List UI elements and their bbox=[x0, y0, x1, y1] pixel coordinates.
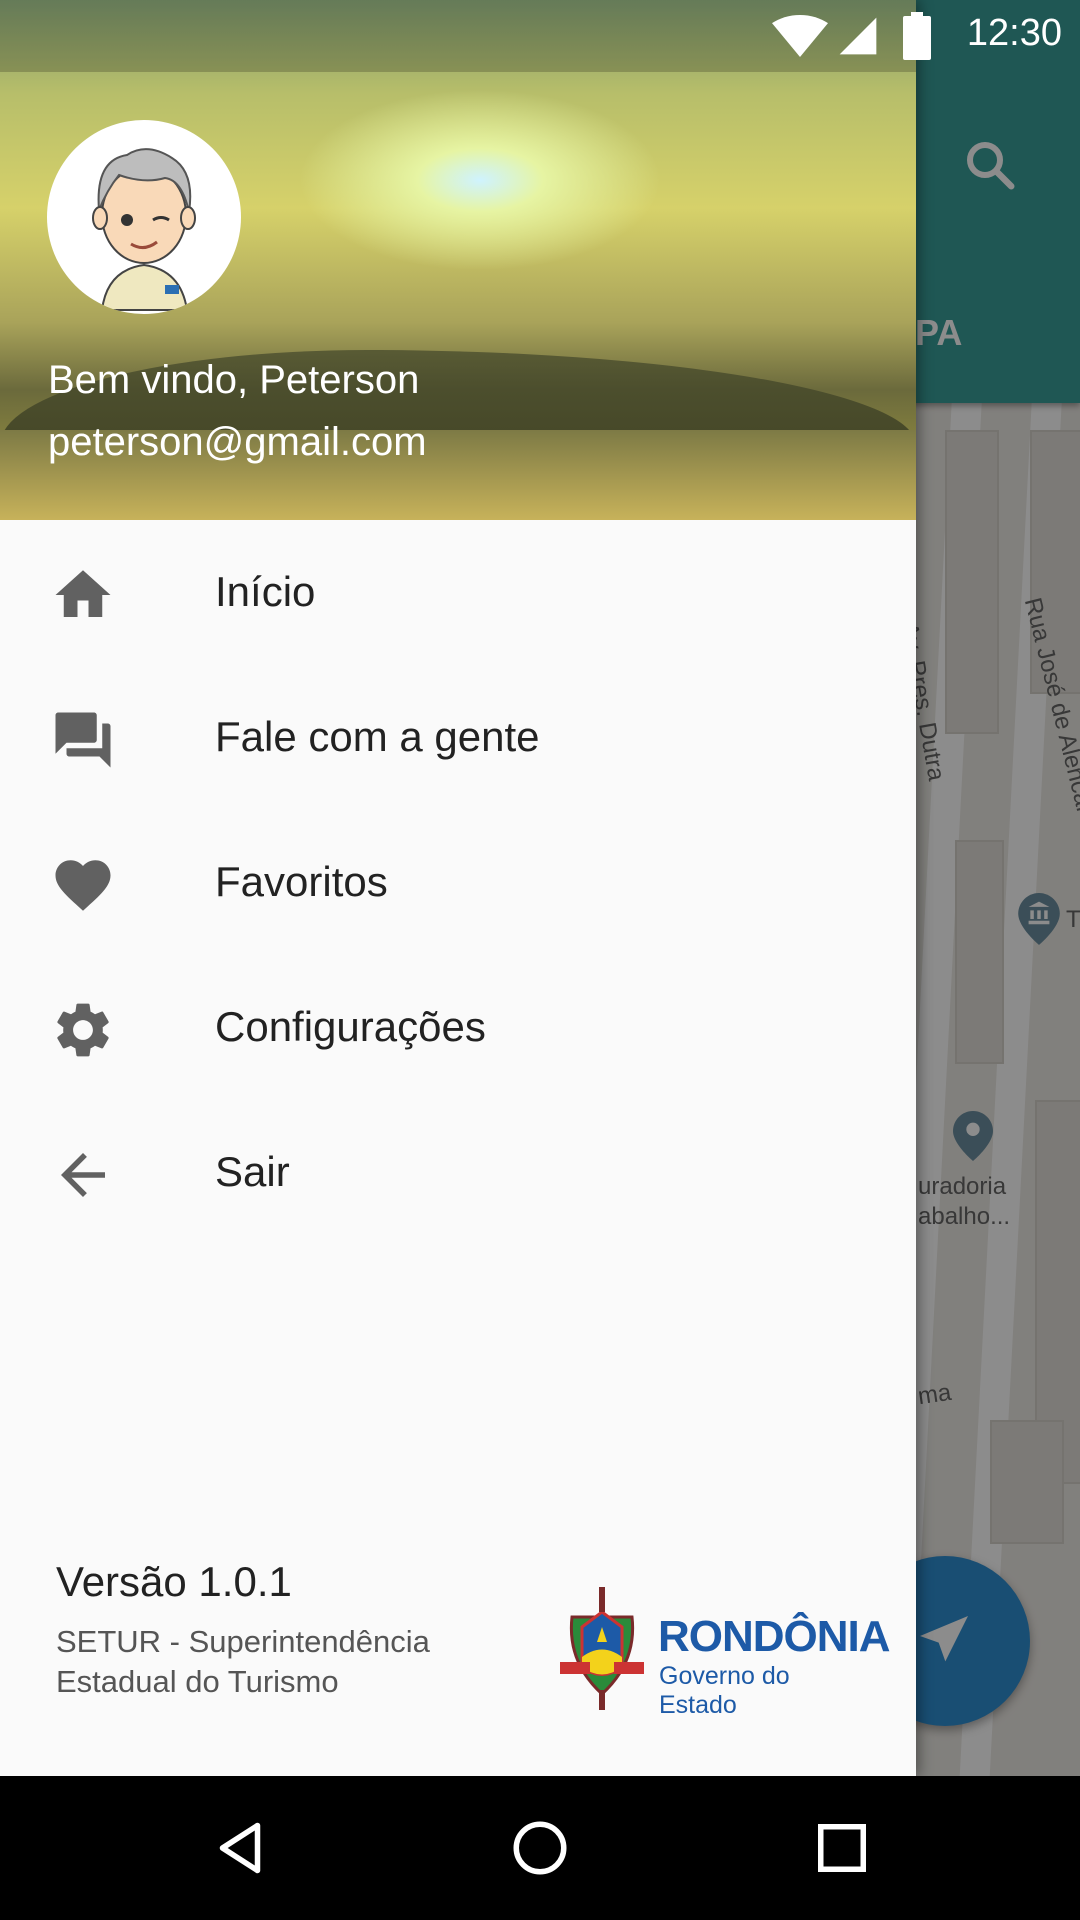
menu-item-label: Configurações bbox=[215, 1003, 486, 1050]
navigation-drawer: Bem vindo, Peterson peterson@gmail.com I… bbox=[0, 0, 916, 1776]
home-icon bbox=[55, 570, 111, 617]
coat-of-arms-icon bbox=[560, 1587, 644, 1710]
organization-name: SETUR - Superintendência Estadual do Tur… bbox=[56, 1622, 476, 1702]
rondonia-logo: RONDÔNIA Governo do Estado bbox=[552, 1582, 891, 1719]
app-version: Versão 1.0.1 bbox=[56, 1558, 292, 1605]
menu-item-favoritos[interactable]: Favoritos bbox=[0, 810, 916, 955]
signal-icon bbox=[839, 17, 877, 55]
menu-item-label: Sair bbox=[215, 1148, 290, 1195]
menu-item-label: Início bbox=[215, 568, 316, 615]
battery-icon bbox=[903, 12, 931, 60]
logo-title: RONDÔNIA bbox=[658, 1612, 891, 1661]
status-time: 12:30 bbox=[966, 12, 1062, 54]
home-button-icon[interactable] bbox=[510, 1818, 570, 1878]
status-bar: 12:30 bbox=[0, 0, 1080, 72]
heart-icon bbox=[55, 860, 111, 911]
user-name: Bem vindo, Peterson bbox=[48, 358, 420, 402]
user-email: peterson@gmail.com bbox=[48, 420, 427, 464]
settings-icon bbox=[57, 1003, 109, 1057]
menu-item-sair[interactable]: Sair bbox=[0, 1100, 916, 1245]
drawer-menu: Início Fale com a gente Favoritos Config… bbox=[0, 520, 916, 1245]
recents-icon[interactable] bbox=[812, 1818, 872, 1878]
menu-item-label: Fale com a gente bbox=[215, 713, 540, 760]
organization-line: Estadual do Turismo bbox=[56, 1664, 339, 1699]
arrow-back-icon bbox=[61, 1153, 105, 1197]
wifi-icon bbox=[772, 15, 828, 57]
menu-item-label: Favoritos bbox=[215, 858, 388, 905]
drawer-header: Bem vindo, Peterson peterson@gmail.com bbox=[0, 0, 916, 520]
menu-item-inicio[interactable]: Início bbox=[0, 520, 916, 665]
menu-item-configuracoes[interactable]: Configurações bbox=[0, 955, 916, 1100]
avatar-illustration bbox=[92, 148, 196, 311]
logo-subtitle: Governo do Estado bbox=[659, 1662, 790, 1719]
organization-line: SETUR - Superintendência bbox=[56, 1624, 430, 1659]
back-icon[interactable] bbox=[210, 1818, 270, 1878]
menu-item-fale-com-a-gente[interactable]: Fale com a gente bbox=[0, 665, 916, 810]
system-navigation-bar bbox=[0, 1776, 1080, 1920]
forum-icon bbox=[55, 712, 111, 768]
avatar[interactable] bbox=[47, 120, 241, 314]
